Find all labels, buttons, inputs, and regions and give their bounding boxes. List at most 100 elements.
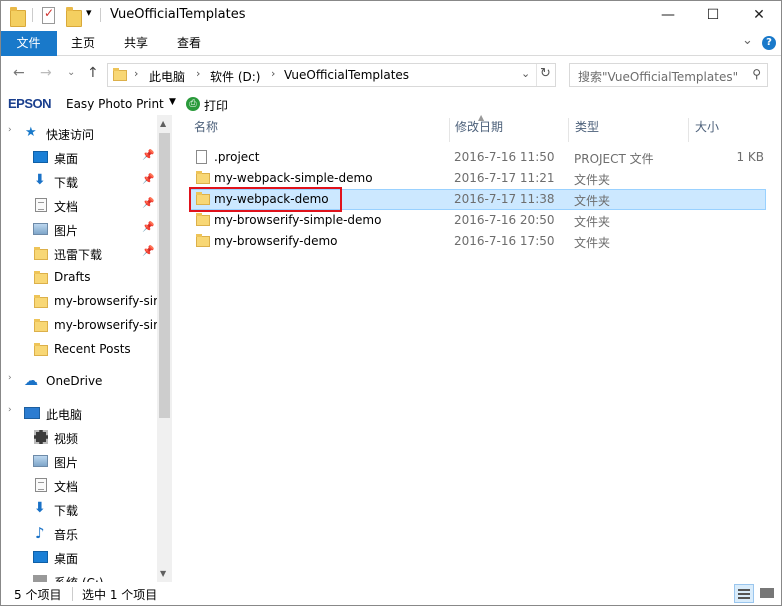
address-history-dropdown[interactable]: ⌄: [521, 67, 530, 80]
up-button[interactable]: ↑: [87, 65, 99, 81]
selection-count: 选中 1 个项目: [82, 588, 158, 602]
divider: [536, 64, 537, 86]
scrollbar-thumb[interactable]: [159, 133, 170, 418]
nav-item-videos[interactable]: 视频: [0, 427, 158, 449]
expand-chevron-icon[interactable]: ›: [8, 405, 12, 415]
new-folder-icon[interactable]: [66, 7, 82, 27]
nav-label: 此电脑: [46, 408, 83, 422]
folder-icon: [196, 213, 210, 226]
divider: [72, 587, 73, 601]
file-date: 2016-7-16 17:50: [454, 234, 555, 248]
close-button[interactable]: ✕: [736, 0, 782, 31]
nav-item-pc-documents[interactable]: 文档: [0, 475, 158, 497]
address-row: ← → ⌄ ↑ › 此电脑 › 软件 (D:) › VueOfficialTem…: [0, 57, 782, 92]
column-header-date[interactable]: 修改日期: [455, 118, 503, 140]
nav-item-my-browserify[interactable]: my-browserify-sir: [0, 315, 158, 337]
breadcrumb-this-pc[interactable]: 此电脑: [149, 68, 185, 85]
forward-button[interactable]: →: [40, 65, 52, 81]
column-header-type[interactable]: 类型: [575, 118, 599, 140]
print-button[interactable]: 打印: [204, 97, 228, 114]
search-placeholder: 搜索"VueOfficialTemplates": [578, 70, 739, 84]
nav-item-pc-desktop[interactable]: 桌面: [0, 547, 158, 569]
folder-icon: [34, 295, 48, 308]
maximize-button[interactable]: ☐: [690, 0, 736, 31]
nav-item-xunlei-downloads[interactable]: 迅雷下载 📌: [0, 243, 158, 265]
tab-home[interactable]: 主页: [60, 31, 106, 56]
refresh-button[interactable]: ↻: [540, 66, 551, 81]
epson-dropdown-icon[interactable]: ▼: [169, 97, 176, 107]
breadcrumb-drive-d[interactable]: 软件 (D:): [210, 68, 260, 85]
print-icon[interactable]: ⎙: [186, 97, 200, 111]
nav-onedrive[interactable]: › ☁ OneDrive: [0, 371, 158, 393]
breadcrumb-separator[interactable]: ›: [134, 67, 138, 80]
window-title: VueOfficialTemplates: [110, 7, 246, 22]
expand-chevron-icon[interactable]: ›: [8, 373, 12, 383]
customize-toolbar-icon[interactable]: ▾: [86, 6, 92, 23]
pin-icon[interactable]: 📌: [142, 174, 154, 185]
file-row[interactable]: .project 2016-7-16 11:50 PROJECT 文件 1 KB: [189, 147, 766, 168]
nav-label: 图片: [54, 224, 79, 238]
pin-icon[interactable]: 📌: [142, 222, 154, 233]
column-header-size[interactable]: 大小: [695, 118, 719, 140]
column-divider[interactable]: [568, 118, 569, 142]
tab-share[interactable]: 共享: [113, 31, 159, 56]
folder-row[interactable]: my-browserify-simple-demo 2016-7-16 20:5…: [189, 210, 766, 231]
nav-scrollbar[interactable]: ▲ ▼: [157, 115, 172, 582]
file-type: PROJECT 文件: [574, 152, 654, 166]
address-bar[interactable]: › 此电脑 › 软件 (D:) › VueOfficialTemplates ⌄…: [107, 63, 556, 87]
nav-item-pictures[interactable]: 图片 📌: [0, 219, 158, 241]
details-view-icon[interactable]: [734, 584, 754, 603]
nav-item-recent-posts[interactable]: Recent Posts: [0, 339, 158, 361]
folder-row[interactable]: my-webpack-simple-demo 2016-7-17 11:21 文…: [189, 168, 766, 189]
tab-view[interactable]: 查看: [166, 31, 212, 56]
nav-item-system-c[interactable]: 系统 (C:): [0, 571, 158, 582]
breadcrumb-separator[interactable]: ›: [196, 67, 200, 80]
nav-label: 桌面: [54, 152, 79, 166]
nav-item-desktop[interactable]: 桌面 📌: [0, 147, 158, 169]
nav-item-pc-downloads[interactable]: ⬇ 下载: [0, 499, 158, 521]
nav-quick-access[interactable]: › ★ 快速访问: [0, 123, 158, 145]
download-icon: ⬇: [34, 500, 46, 516]
pin-icon[interactable]: 📌: [142, 198, 154, 209]
pin-icon[interactable]: 📌: [142, 246, 154, 257]
search-icon[interactable]: ⚲: [752, 67, 761, 81]
expand-chevron-icon[interactable]: ›: [8, 125, 12, 135]
nav-item-music[interactable]: ♪ 音乐: [0, 523, 158, 545]
recent-locations-button[interactable]: ⌄: [67, 67, 75, 78]
back-button[interactable]: ←: [13, 65, 25, 81]
file-type: 文件夹: [574, 173, 611, 187]
scroll-down-icon[interactable]: ▼: [160, 569, 166, 578]
divider: [100, 8, 101, 22]
breadcrumb-current-folder[interactable]: VueOfficialTemplates: [284, 68, 409, 82]
file-date: 2016-7-16 20:50: [454, 213, 555, 227]
file-icon: [196, 150, 207, 164]
nav-this-pc[interactable]: › 此电脑: [0, 403, 158, 425]
search-input[interactable]: 搜索"VueOfficialTemplates" ⚲: [569, 63, 768, 87]
nav-label: 系统 (C:): [54, 574, 104, 582]
properties-icon[interactable]: [42, 6, 55, 24]
nav-item-drafts[interactable]: Drafts: [0, 267, 158, 289]
nav-item-documents[interactable]: 文档 📌: [0, 195, 158, 217]
tab-file[interactable]: 文件: [0, 31, 57, 56]
help-icon[interactable]: ?: [762, 35, 776, 50]
scroll-up-icon[interactable]: ▲: [160, 119, 166, 128]
pictures-icon: [33, 223, 48, 235]
epson-app-button[interactable]: Easy Photo Print: [66, 97, 164, 111]
large-icons-view-icon[interactable]: [757, 584, 777, 603]
column-divider[interactable]: [449, 118, 450, 142]
minimize-button[interactable]: —: [645, 0, 691, 31]
ribbon-collapse-icon[interactable]: ⌄: [742, 33, 753, 48]
file-date: 2016-7-17 11:38: [454, 192, 555, 206]
item-count: 5 个项目: [14, 588, 62, 602]
breadcrumb-separator[interactable]: ›: [271, 67, 275, 80]
folder-row[interactable]: my-browserify-demo 2016-7-16 17:50 文件夹: [189, 231, 766, 252]
column-divider[interactable]: [688, 118, 689, 142]
file-date: 2016-7-16 11:50: [454, 150, 555, 164]
nav-item-pc-pictures[interactable]: 图片: [0, 451, 158, 473]
nav-item-my-browserify-simple[interactable]: my-browserify-sir: [0, 291, 158, 313]
folder-icon: [34, 319, 48, 332]
column-header-name[interactable]: 名称: [194, 118, 218, 140]
nav-item-downloads[interactable]: ⬇ 下载 📌: [0, 171, 158, 193]
pin-icon[interactable]: 📌: [142, 150, 154, 161]
epson-logo: EPSON: [8, 96, 52, 111]
